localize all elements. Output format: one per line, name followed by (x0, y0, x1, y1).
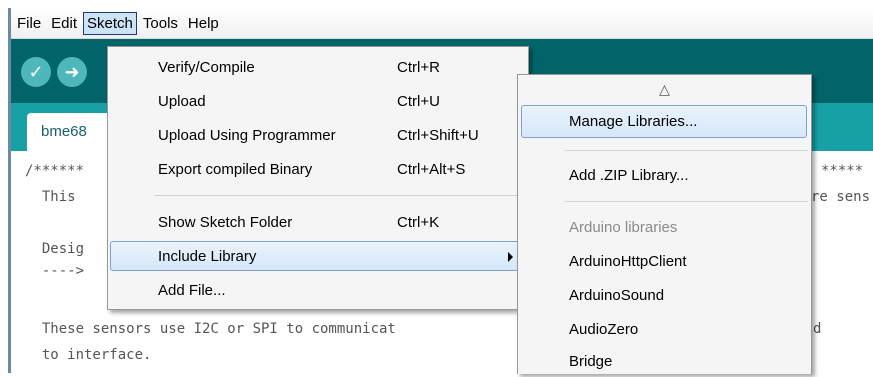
menu-item-label: Bridge (569, 353, 613, 370)
library-item-arduinohttpclient[interactable]: ArduinoHttpClient (518, 247, 811, 277)
menu-item-manage-libraries[interactable]: Manage Libraries... (518, 107, 811, 137)
checkmark-icon: ✓ (28, 61, 44, 83)
menu-item-shortcut: Ctrl+Shift+U (397, 127, 479, 144)
menu-item-shortcut: Ctrl+R (397, 59, 440, 76)
code-line: Desig (25, 241, 85, 257)
code-fragment: ***** (821, 163, 864, 179)
menu-item-label: Include Library (158, 248, 257, 265)
menu-item-label: Add File... (158, 282, 226, 299)
code-fragment: d (813, 321, 822, 337)
code-line: This (25, 189, 76, 205)
library-item-audiozero[interactable]: AudioZero (518, 315, 811, 345)
menu-item-label: Export compiled Binary (158, 161, 313, 178)
menu-item-upload-using-programmer[interactable]: Upload Using Programmer Ctrl+Shift+U (108, 121, 528, 151)
menu-item-shortcut: Ctrl+Alt+S (397, 161, 466, 178)
library-item-arduinosound[interactable]: ArduinoSound (518, 281, 811, 311)
menu-help[interactable]: Help (184, 12, 223, 35)
menu-item-verify-compile[interactable]: Verify/Compile Ctrl+R (108, 53, 528, 83)
menu-item-label: Upload Using Programmer (158, 127, 336, 144)
code-fragment: re sens (811, 189, 871, 205)
menu-item-upload[interactable]: Upload Ctrl+U (108, 87, 528, 117)
menu-item-label: Show Sketch Folder (158, 214, 293, 231)
menu-item-include-library[interactable]: Include Library (108, 242, 528, 272)
menu-edit[interactable]: Edit (47, 12, 81, 35)
menu-separator (564, 201, 808, 202)
menu-tools[interactable]: Tools (139, 12, 182, 35)
menu-item-label: Upload (158, 93, 206, 110)
menu-item-export-binary[interactable]: Export compiled Binary Ctrl+Alt+S (108, 155, 528, 185)
menu-item-add-file[interactable]: Add File... (108, 276, 528, 306)
scroll-up-icon[interactable]: △ (518, 81, 811, 98)
menu-item-label: ArduinoSound (569, 287, 665, 304)
submenu-arrow-icon (508, 252, 513, 262)
code-line: These sensors use I2C or SPI to communic… (25, 321, 396, 337)
menu-separator (154, 195, 526, 196)
menu-item-show-sketch-folder[interactable]: Show Sketch Folder Ctrl+K (108, 208, 528, 238)
sketch-menu: Verify/Compile Ctrl+R Upload Ctrl+U Uplo… (107, 46, 529, 310)
menu-item-shortcut: Ctrl+U (397, 93, 440, 110)
code-line: /****** (25, 163, 85, 179)
menu-item-label: AudioZero (569, 321, 639, 338)
menu-item-label: ArduinoHttpClient (569, 253, 687, 270)
menu-item-label: Add .ZIP Library... (569, 167, 689, 184)
menubar: File Edit Sketch Tools Help (11, 8, 873, 39)
include-library-submenu: △ Manage Libraries... Add .ZIP Library..… (517, 74, 812, 374)
menu-sketch[interactable]: Sketch (83, 11, 137, 35)
menu-separator (564, 150, 808, 151)
verify-button[interactable]: ✓ (21, 57, 51, 87)
code-line: to interface. (25, 347, 152, 363)
menu-item-label: Manage Libraries... (569, 113, 698, 130)
arrow-right-icon: ➜ (64, 61, 80, 83)
menu-item-add-zip-library[interactable]: Add .ZIP Library... (518, 161, 811, 191)
menu-item-label: Verify/Compile (158, 59, 255, 76)
section-header-arduino-libraries: Arduino libraries (518, 213, 811, 243)
code-line: ----> (25, 263, 85, 279)
upload-button[interactable]: ➜ (57, 57, 87, 87)
section-header-label: Arduino libraries (569, 219, 678, 236)
menu-file[interactable]: File (13, 12, 45, 35)
menu-item-shortcut: Ctrl+K (397, 214, 440, 231)
